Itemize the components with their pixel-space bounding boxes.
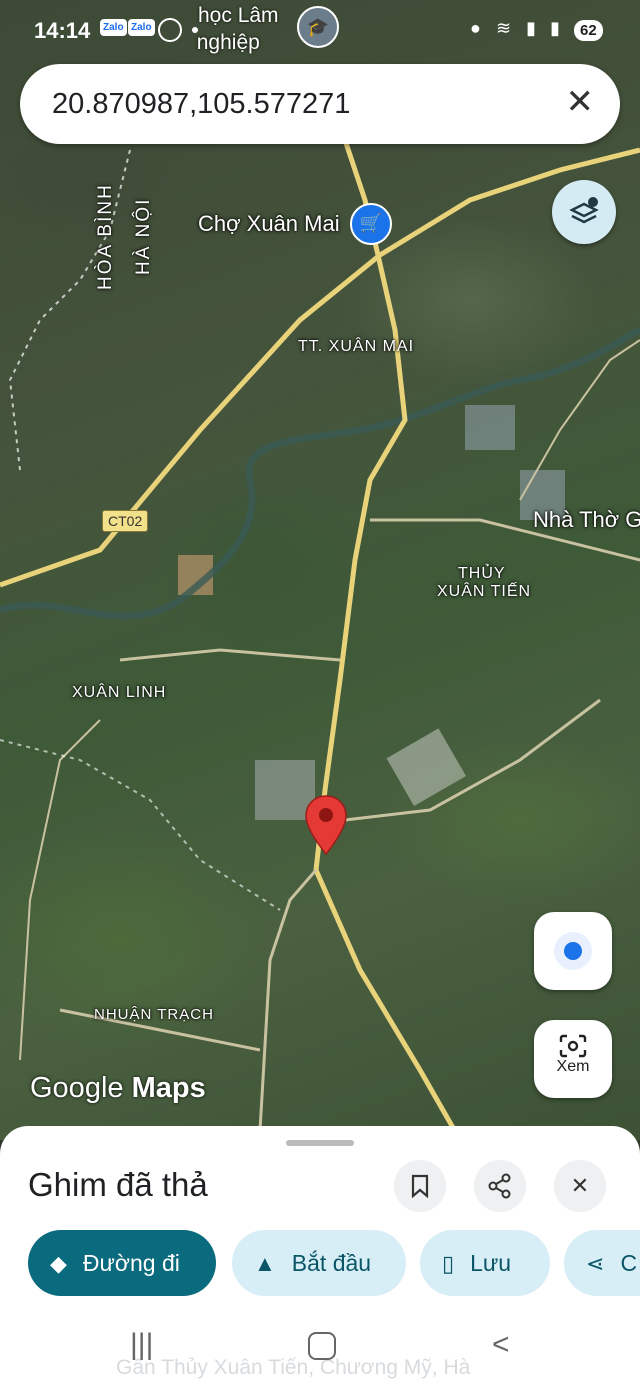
start-label: Bắt đầu [291, 1250, 372, 1276]
lens-view-button[interactable]: Xem [534, 1020, 612, 1098]
search-input[interactable]: 20.870987,105.577271 [52, 88, 350, 121]
save-button[interactable]: ▯ Lưu [420, 1230, 550, 1296]
layers-button[interactable] [552, 180, 616, 244]
poi-label-nha-tho[interactable]: Nhà Thờ G [533, 507, 640, 533]
directions-icon: ◆ [50, 1251, 67, 1276]
signal-icon: ▮ [526, 18, 536, 38]
navigation-arrow-icon: ▲ [254, 1251, 276, 1276]
back-icon[interactable]: < [492, 1328, 510, 1362]
close-icon: ✕ [570, 1173, 590, 1198]
share-icon: ⋖ [586, 1251, 605, 1276]
recent-apps-icon[interactable]: ||| [130, 1328, 153, 1362]
zalo-notification-icon-2: Zalo [128, 19, 155, 36]
more-notifications-dot [192, 27, 198, 33]
save-icon-button[interactable] [394, 1160, 446, 1212]
poi-label-cho-xuan-mai[interactable]: Chợ Xuân Mai [198, 211, 340, 237]
close-sheet-button[interactable]: ✕ [554, 1160, 606, 1212]
camera-lens-icon [559, 1034, 587, 1058]
battery-indicator: 62 [574, 20, 603, 41]
road-shield-ct02: CT02 [102, 510, 149, 532]
province-label-ha-noi: HÀ NỘI [133, 197, 154, 275]
share-icon-button[interactable] [474, 1160, 526, 1212]
bookmark-icon [411, 1174, 429, 1199]
messenger-icon [158, 18, 182, 42]
signal-icon-2: ▮ [550, 18, 560, 38]
bookmark-icon: ▯ [442, 1251, 455, 1276]
sheet-drag-handle[interactable] [286, 1140, 354, 1146]
share-icon [488, 1173, 511, 1199]
status-bar: 14:14 Zalo Zalo ● ≋ ▮ ▮ 62 [0, 0, 640, 60]
my-location-button[interactable] [534, 912, 612, 990]
save-label: Lưu [470, 1250, 512, 1276]
zalo-notification-icon: Zalo [100, 19, 127, 36]
home-icon[interactable] [308, 1332, 336, 1360]
area-label-tt-xuan-mai: TT. XUÂN MAI [298, 338, 415, 355]
wifi-icon: ≋ [496, 18, 512, 38]
area-label-xuan-linh: XUÂN LINH [72, 684, 167, 701]
lens-view-label: Xem [556, 1058, 590, 1075]
google-maps-logo: Google Maps [30, 1072, 206, 1104]
place-title: Ghim đã thả [28, 1166, 208, 1203]
directions-label: Đường đi [82, 1250, 180, 1276]
search-bar[interactable]: 20.870987,105.577271 ✕ [20, 64, 620, 144]
close-icon[interactable]: ✕ [566, 82, 595, 122]
start-button[interactable]: ▲ Bắt đầu [232, 1230, 406, 1296]
share-label: C [620, 1250, 638, 1276]
status-time: 14:14 [34, 18, 91, 43]
province-label-hoa-binh: HÒA BÌNH [95, 183, 116, 290]
share-button[interactable]: ⋖ C [564, 1230, 640, 1296]
shopping-cart-icon[interactable]: 🛒 [350, 203, 392, 245]
area-label-nhuan-trach: NHUẬN TRẠCH [94, 1006, 214, 1023]
layers-icon [569, 197, 599, 224]
my-location-icon [554, 932, 592, 970]
location-icon: ● [470, 18, 481, 38]
android-nav-bar: ||| < [0, 1310, 640, 1386]
area-label-xuan-tien: XUÂN TIẾN [437, 583, 532, 600]
area-label-thuy: THỦY [458, 565, 506, 582]
directions-button[interactable]: ◆ Đường đi [28, 1230, 216, 1296]
